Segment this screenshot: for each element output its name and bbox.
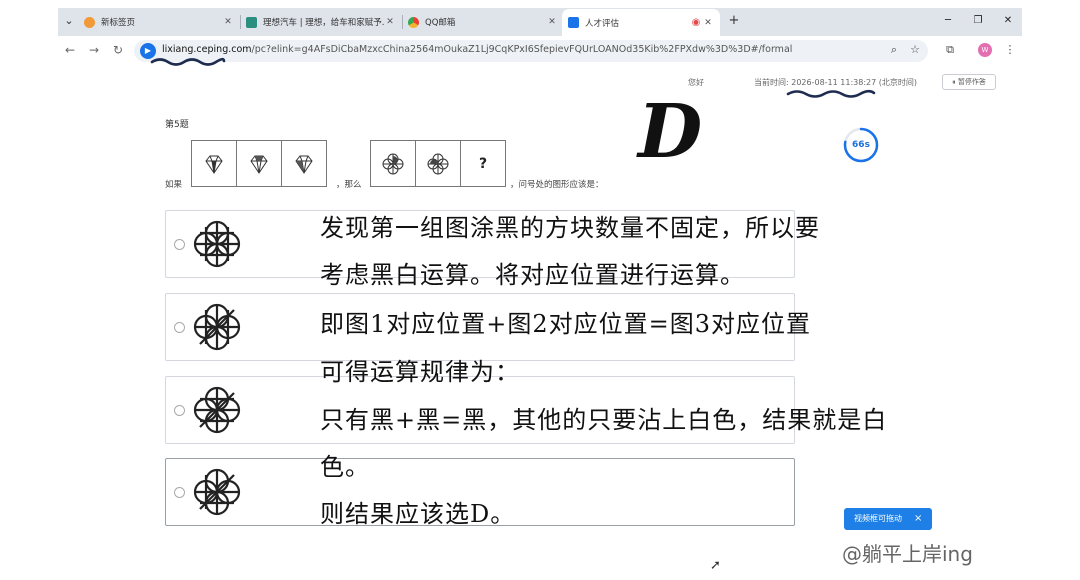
close-icon[interactable]: × [914,508,922,530]
reload-icon[interactable]: ↻ [110,42,126,58]
recording-icon: ◉ [691,17,701,28]
option-d-figure-icon [193,468,241,516]
close-icon[interactable]: ✕ [222,17,234,27]
handwritten-note-line: 即图1对应位置+图2对应位置=图3对应位置 [320,310,812,338]
forward-arrow-icon[interactable]: → [86,42,102,58]
bookmark-star-icon[interactable]: ☆ [907,42,923,58]
figure-cell [237,141,282,186]
extensions-icon[interactable]: ⧉ [942,42,958,58]
tab-title: 理想汽车 | 理想，给车和家赋予... [263,18,384,28]
tab-talent-assessment[interactable]: 人才评估 ◉ ✕ [562,9,720,36]
back-arrow-icon[interactable]: ← [62,42,78,58]
drag-tip-text: 视频框可拖动 [854,514,902,523]
diamond-figure-icon [205,155,223,174]
figure-cell [371,141,416,186]
option-a-figure-icon [193,220,241,268]
close-icon[interactable]: ✕ [384,17,396,27]
handwritten-note-line: 只有黑+黑=黑，其他的只要沾上白色，结果就是白 [320,406,888,434]
question-middle: ，那么 [336,180,362,190]
question-prefix: 如果 [165,180,183,190]
li-auto-icon [246,16,257,28]
restore-button[interactable]: ❐ [968,12,988,30]
minimize-button[interactable]: ─ [938,12,958,30]
handwritten-note-line: 色。 [320,453,370,481]
tab-separator [240,15,241,29]
pause-answer-button[interactable]: ⏸ 暂停作答 [942,74,996,90]
question-mark: ? [478,155,488,172]
handwritten-note-line: 则结果应该选D。 [320,500,516,528]
tab-title: 新标签页 [101,18,136,28]
new-tab-button[interactable]: + [726,12,742,30]
tab-qq-mail[interactable]: QQ邮箱 ✕ [408,10,558,34]
talent-assess-icon [568,17,579,28]
url-text[interactable]: lixiang.ceping.com/pc?elink=g4AFsDiCbaMz… [162,44,792,55]
diamond-figure-icon [250,155,268,174]
more-menu-icon[interactable]: ⋮ [1002,42,1018,58]
figure-cell [192,141,237,186]
figure-cell-unknown: ? [461,141,505,186]
avatar[interactable]: W [978,43,992,57]
tab-separator [402,15,403,29]
radio-option-c[interactable] [174,405,185,416]
video-drag-tip[interactable]: 视频框可拖动 × [844,508,932,530]
handwritten-answer: D [638,89,703,175]
radio-option-a[interactable] [174,239,185,250]
close-icon[interactable]: ✕ [702,18,714,28]
radio-option-d[interactable] [174,487,185,498]
tab-search-chevron-icon[interactable]: ⌄ [60,12,78,30]
radio-option-b[interactable] [174,322,185,333]
url-path: /pc?elink=g4AFsDiCbaMzxcChina2564mOukaZ1… [251,44,793,55]
handwritten-note-line: 发现第一组图涂黑的方块数量不固定，所以要 [320,214,820,242]
tab-li-auto[interactable]: 理想汽车 | 理想，给车和家赋予... ✕ [246,10,396,34]
current-time: 当前时间: 2026-08-11 11:38:27 (北京时间) [754,78,917,87]
figure-cell [282,141,326,186]
question-suffix: ，问号处的图形应该是： [510,180,604,190]
handwritten-underline-url [150,57,226,66]
diamond-figure-icon [295,155,313,174]
question-number: 第5题 [165,120,189,130]
tab-new-tab[interactable]: 新标签页 ✕ [84,10,234,34]
weibo-watermark: @躺平上岸ing [842,542,973,566]
countdown-timer-text: 66s [852,140,870,150]
handwritten-note-line: 可得运算规律为： [320,358,520,386]
option-b-figure-icon [193,303,241,351]
tab-title: QQ邮箱 [425,18,456,28]
close-icon[interactable]: ✕ [546,17,558,27]
handwritten-underline-time [786,89,876,98]
clover-figure-icon [382,153,404,174]
handwritten-note-line: 考虑黑白运算。将对应位置进行运算。 [320,261,745,289]
tab-title: 人才评估 [585,18,620,29]
figure-set-1 [191,140,327,187]
url-host: lixiang.ceping.com [162,44,252,55]
orange-circle-icon [84,16,95,28]
qq-mail-icon [408,16,419,28]
figure-set-2: ? [370,140,506,187]
option-c-figure-icon [193,386,241,434]
greeting-text: 您好 [688,78,704,87]
close-window-button[interactable]: ✕ [998,12,1018,30]
zoom-icon[interactable]: ⌕ [886,42,902,58]
figure-cell [416,141,461,186]
mouse-cursor-icon: ➚ [710,558,721,573]
clover-figure-icon [427,153,449,174]
